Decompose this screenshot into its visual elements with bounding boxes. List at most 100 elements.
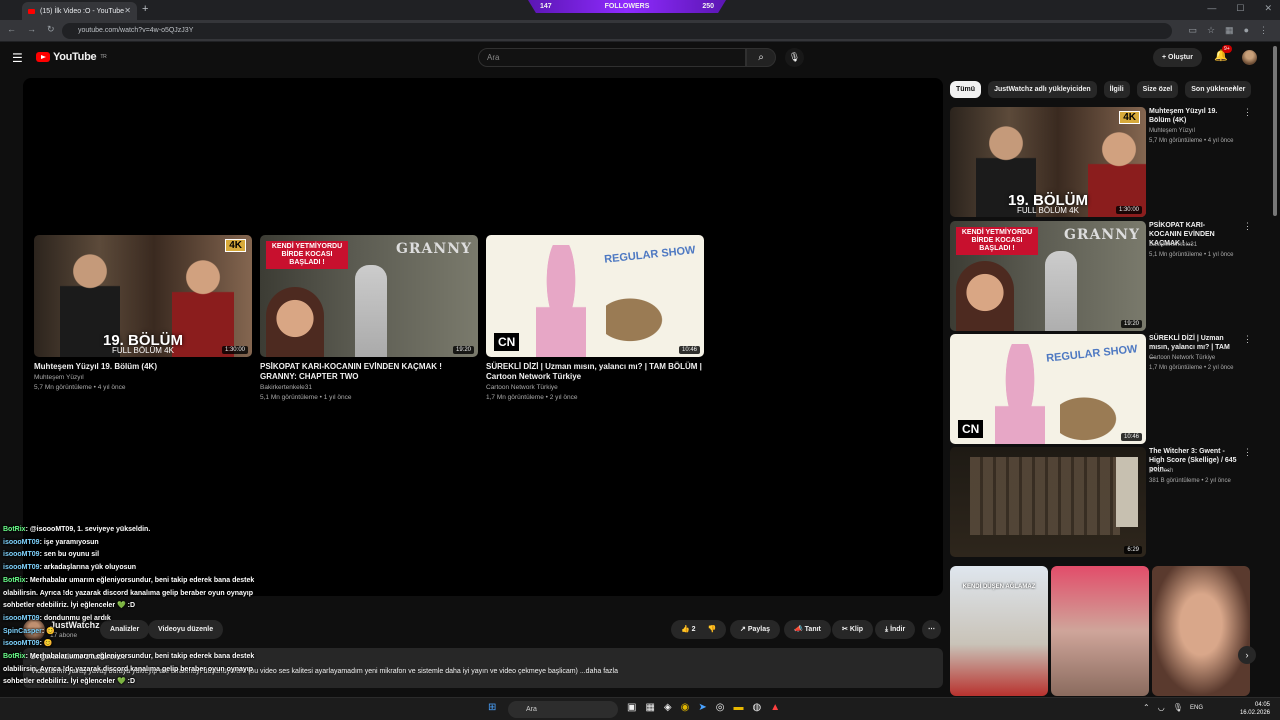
end-card-thumbnail[interactable]: KENDİ YETMİYORDU BİRDE KOCASI BAŞLADI ! … — [260, 235, 478, 357]
chat-username: BotRix — [3, 526, 26, 533]
chevron-right-icon[interactable]: › — [1238, 646, 1256, 664]
end-card-title[interactable]: PSİKOPAT KARI-KOCANIN EVİNDEN KAÇMAK ! G… — [260, 362, 478, 382]
thumbnail-logo: REGULAR SHOW — [603, 244, 697, 266]
wifi-icon[interactable]: ◡ — [1158, 703, 1165, 712]
app-red-icon[interactable]: ▲ — [770, 702, 780, 713]
recommendation-channel: kretztech — [1149, 468, 1174, 474]
chip-recent[interactable]: Son yüklenenler — [1185, 81, 1252, 98]
more-options-icon[interactable]: ⋮ — [1243, 447, 1252, 458]
folder-icon[interactable]: ▬ — [733, 702, 743, 713]
window-close-icon[interactable]: ✕ — [1264, 3, 1272, 14]
minimize-icon[interactable]: — — [1207, 3, 1216, 14]
chat-text: : 😊 — [41, 627, 55, 635]
youtube-logo[interactable]: YouTube TR — [36, 51, 107, 63]
video-player[interactable]: 4K 19. BÖLÜM FULL BÖLÜM 4K 1:30:00 Muhte… — [23, 78, 943, 596]
chevron-right-icon[interactable]: › — [1233, 82, 1236, 93]
steam-icon[interactable]: ◎ — [716, 702, 725, 713]
chrome-icon[interactable]: ◉ — [681, 702, 690, 713]
more-options-icon[interactable]: ⋮ — [1243, 334, 1252, 345]
account-avatar[interactable] — [1242, 50, 1257, 65]
search-icon[interactable]: ⌕ — [746, 48, 776, 67]
followers-goal: 250 — [702, 3, 714, 10]
chat-username: BotRix — [3, 576, 26, 584]
windows-start-icon[interactable]: ⊞ — [488, 702, 496, 713]
cast-icon[interactable]: ▭ — [1188, 25, 1197, 36]
shorts-item[interactable] — [1152, 566, 1250, 696]
followers-current: 147 — [540, 3, 552, 10]
widgets-icon[interactable]: ▦ — [645, 702, 654, 713]
chip-all[interactable]: Tümü — [950, 81, 982, 98]
clip-button[interactable]: ✂ Klip — [832, 620, 874, 639]
end-card-video[interactable]: REGULAR SHOW CN 10:46 SÜREKLİ DİZİ | Uzm… — [486, 235, 704, 402]
telegram-icon[interactable]: ➤ — [698, 702, 706, 713]
forward-icon[interactable]: → — [27, 24, 36, 35]
profile-icon[interactable]: ● — [1244, 25, 1249, 36]
app-icon[interactable]: ◍ — [752, 702, 761, 713]
promote-label: Tanıt — [804, 626, 821, 633]
chip-for-you[interactable]: Size özel — [1136, 81, 1179, 98]
recommendation-thumbnail[interactable]: 6:29 — [950, 447, 1146, 557]
chevron-up-icon[interactable]: ⌃ — [1143, 703, 1150, 712]
microphone-icon[interactable]: 🎙 — [785, 48, 804, 67]
reload-icon[interactable]: ↻ — [47, 24, 55, 35]
recommendation-title[interactable]: Muhteşem Yüzyıl 19. Bölüm (4K) — [1149, 107, 1237, 125]
chat-message: isoooMT09: 😊 — [3, 638, 283, 651]
thumbs-down-icon[interactable]: 👎 — [708, 626, 717, 633]
recommendation-item[interactable]: 6:29 The Witcher 3: Gwent - High Score (… — [950, 447, 1252, 557]
back-icon[interactable]: ← — [7, 24, 16, 35]
extensions-icon[interactable]: ▦ — [1225, 25, 1234, 36]
recommendation-item[interactable]: KENDİ YETMİYORDU BİRDE KOCASI BAŞLADI ! … — [950, 221, 1252, 331]
recommendation-item[interactable]: REGULAR SHOW CN 10:46 SÜREKLİ DİZİ | Uzm… — [950, 334, 1252, 444]
filter-chips: Tümü JustWatchz adlı yükleyiciden İlgili… — [950, 81, 1252, 98]
more-options-icon[interactable]: ⋮ — [1243, 107, 1252, 118]
create-button[interactable]: + Oluştur — [1153, 48, 1202, 67]
url-field[interactable]: youtube.com/watch?v=4w-o5QJzJ3Y — [62, 23, 1172, 39]
duration-badge: 10:46 — [678, 346, 700, 354]
duration-badge: 6:29 — [1124, 546, 1142, 554]
end-card-title[interactable]: SÜREKLİ DİZİ | Uzman mısın, yalancı mı? … — [486, 362, 704, 382]
recommendation-meta: 5,7 Mn görüntüleme • 4 yıl önce — [1149, 138, 1234, 144]
shorts-item[interactable] — [1051, 566, 1149, 696]
recommendation-thumbnail[interactable]: KENDİ YETMİYORDU BİRDE KOCASI BAŞLADI ! … — [950, 221, 1146, 331]
chat-message: BotRix: @isoooMT09, 1. seviyeye yükseldi… — [3, 524, 283, 537]
recommendation-item[interactable]: 4K 19. BÖLÜM FULL BÖLÜM 4K 1:30:00 Muhte… — [950, 107, 1252, 217]
promote-button[interactable]: 📣 Tanıt — [784, 620, 831, 639]
more-actions-icon[interactable]: ⋯ — [922, 620, 941, 639]
recommendation-thumbnail[interactable]: 4K 19. BÖLÜM FULL BÖLÜM 4K 1:30:00 — [950, 107, 1146, 217]
chat-username: isoooMT09 — [3, 551, 40, 559]
language-indicator[interactable]: ENG — [1190, 705, 1203, 711]
duration-badge: 19:20 — [1120, 320, 1142, 328]
end-card-channel: Muhteşem Yüzyıl — [34, 374, 84, 381]
share-button[interactable]: ↗ Paylaş — [730, 620, 781, 639]
end-card-thumbnail[interactable]: REGULAR SHOW CN 10:46 — [486, 235, 704, 357]
chat-username: BotRix — [3, 653, 26, 661]
copilot-icon[interactable]: ◈ — [664, 702, 672, 713]
chat-text: : işe yaramıyosun — [39, 538, 99, 546]
search-input[interactable]: Ara — [478, 48, 746, 67]
bookmark-star-icon[interactable]: ☆ — [1207, 25, 1215, 36]
thumbnail-caption: KENDİ YETMİYORDU BİRDE KOCASI BAŞLADI ! — [956, 227, 1038, 255]
download-button[interactable]: ⤓ İndir — [875, 620, 916, 639]
close-icon[interactable]: ✕ — [124, 6, 131, 15]
clock[interactable]: 04:05 16.02.2026 — [1240, 701, 1270, 717]
chip-from-uploader[interactable]: JustWatchz adlı yükleyiciden — [988, 81, 1097, 98]
end-card-meta: 5,1 Mn görüntüleme • 1 yıl önce — [260, 394, 352, 401]
mic-tray-icon[interactable]: 🎙 — [1173, 703, 1183, 712]
end-card-video[interactable]: 4K 19. BÖLÜM FULL BÖLÜM 4K 1:30:00 Muhte… — [34, 235, 252, 392]
task-view-icon[interactable]: ▣ — [627, 702, 636, 713]
taskbar-search[interactable]: Ara — [508, 701, 618, 718]
recommendation-thumbnail[interactable]: REGULAR SHOW CN 10:46 — [950, 334, 1146, 444]
browser-tab[interactable]: (15) İlk Video :O - YouTube ✕ — [22, 2, 137, 20]
browser-menu-icon[interactable]: ⋮ — [1259, 25, 1268, 36]
shorts-item[interactable]: KENDİ DÜŞEN AĞLAMAZ — [950, 566, 1048, 696]
chip-related[interactable]: İlgili — [1103, 81, 1130, 98]
like-button[interactable]: 👍 2 👎 — [671, 620, 727, 639]
plus-icon[interactable]: + — [142, 3, 148, 15]
end-card-video[interactable]: KENDİ YETMİYORDU BİRDE KOCASI BAŞLADI ! … — [260, 235, 478, 402]
maximize-icon[interactable]: ☐ — [1236, 3, 1244, 14]
end-card-title[interactable]: Muhteşem Yüzyıl 19. Bölüm (4K) — [34, 362, 252, 372]
end-card-thumbnail[interactable]: 4K 19. BÖLÜM FULL BÖLÜM 4K 1:30:00 — [34, 235, 252, 357]
scrollbar[interactable] — [1273, 46, 1277, 216]
more-options-icon[interactable]: ⋮ — [1243, 221, 1252, 232]
hamburger-menu-icon[interactable]: ☰ — [12, 51, 23, 65]
